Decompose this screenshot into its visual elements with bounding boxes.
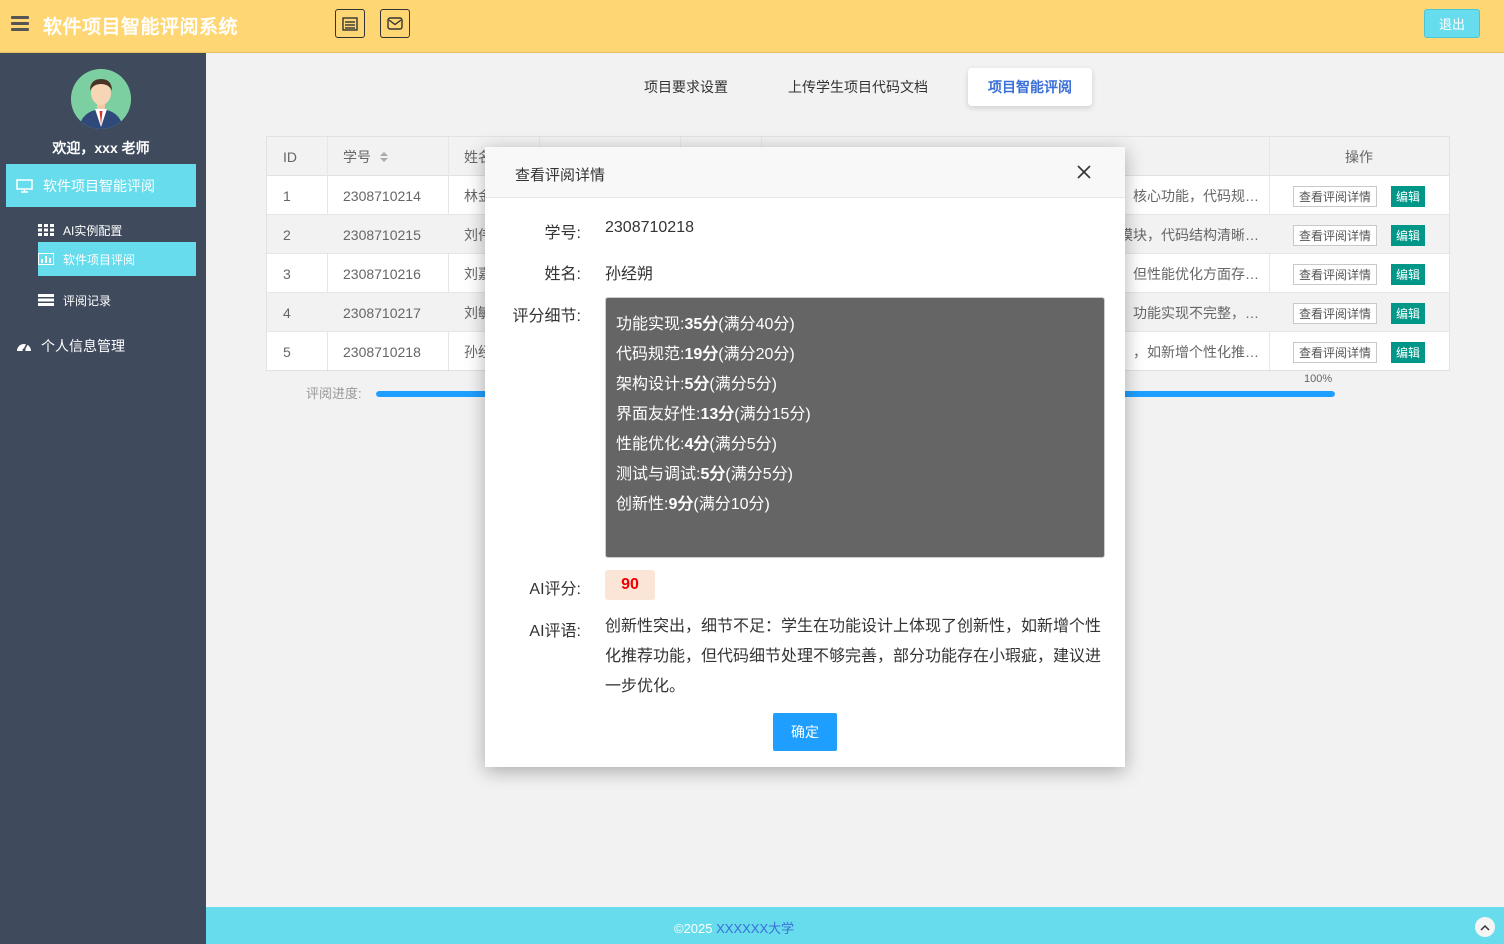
ai-comment-label: AI评语:: [529, 623, 581, 640]
modal-header: 查看评阅详情: [485, 147, 1125, 198]
detail-line: 性能优化:4分(满分5分): [616, 436, 777, 453]
modal-overlay: 查看评阅详情 学号: 2308710218 姓名: 孙经朔 评分细节: 功能实现…: [0, 0, 1504, 944]
confirm-button[interactable]: 确定: [773, 713, 837, 751]
ai-score-value: 90: [605, 570, 655, 600]
detail-line: 架构设计:5分(满分5分): [616, 376, 777, 393]
detail-line: 代码规范:19分(满分20分): [616, 346, 795, 363]
student-no-value: 2308710218: [605, 219, 694, 236]
detail-line: 功能实现:35分(满分40分): [616, 316, 795, 333]
review-details-modal: 查看评阅详情 学号: 2308710218 姓名: 孙经朔 评分细节: 功能实现…: [485, 147, 1125, 767]
name-value: 孙经朔: [605, 266, 654, 283]
close-icon[interactable]: [1075, 163, 1093, 181]
student-no-label: 学号:: [544, 225, 581, 242]
detail-line: 测试与调试:5分(满分5分): [616, 466, 793, 483]
ai-comment-text: 创新性突出，细节不足：学生在功能设计上体现了创新性，如新增个性化推荐功能，但代码…: [605, 618, 1102, 695]
detail-line: 界面友好性:13分(满分15分): [616, 406, 811, 423]
details-label: 评分细节:: [512, 308, 581, 325]
detail-line: 创新性:9分(满分10分): [616, 496, 770, 513]
ai-score-label: AI评分:: [529, 581, 581, 598]
modal-title: 查看评阅详情: [515, 167, 606, 184]
score-details-box: 功能实现:35分(满分40分) 代码规范:19分(满分20分) 架构设计:5分(…: [605, 297, 1105, 558]
name-label: 姓名:: [544, 266, 581, 283]
